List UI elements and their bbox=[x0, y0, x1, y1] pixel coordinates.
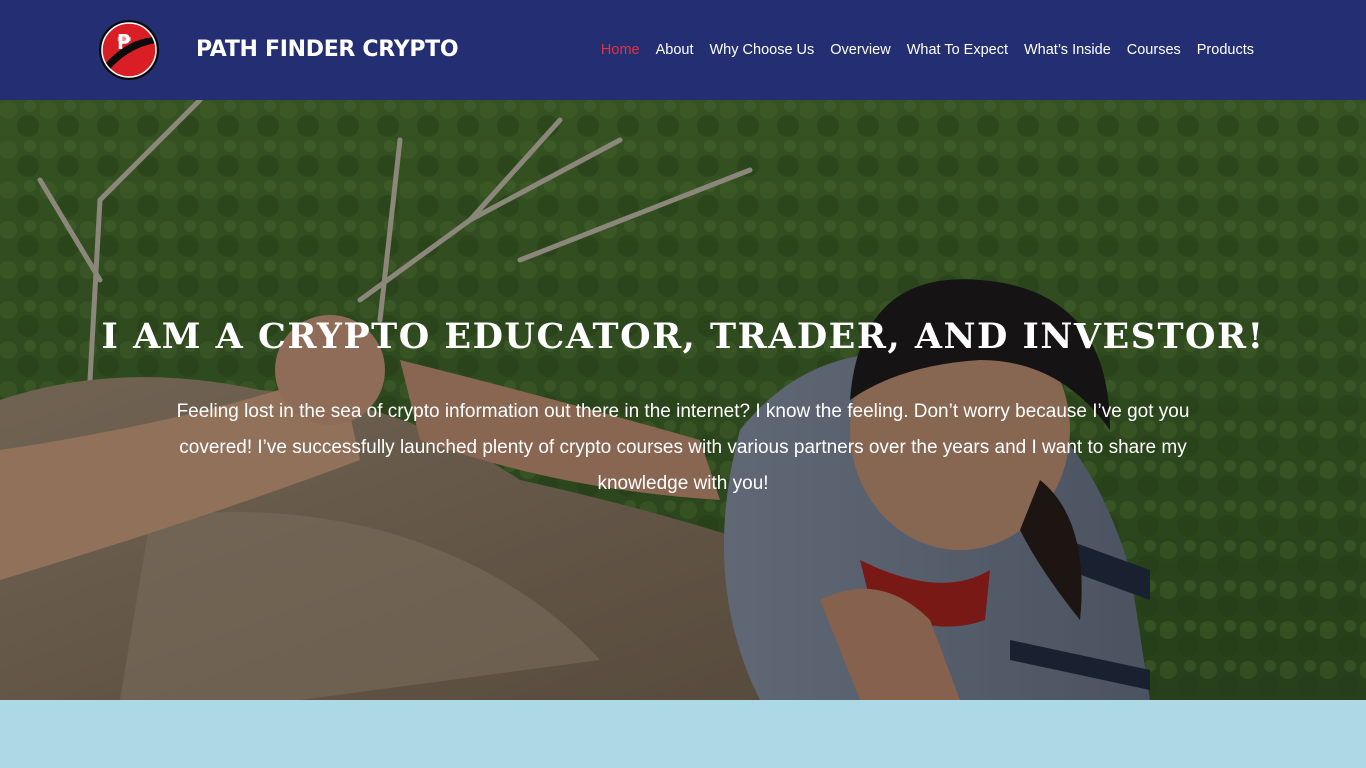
path-finder-crypto-logo[interactable]: ₱ bbox=[98, 19, 160, 81]
main-nav: Home About Why Choose Us Overview What T… bbox=[601, 39, 1254, 61]
nav-whats-inside[interactable]: What’s Inside bbox=[1024, 42, 1111, 58]
brand-name[interactable]: PATH FINDER CRYPTO bbox=[196, 34, 459, 66]
svg-text:₱: ₱ bbox=[117, 30, 131, 54]
nav-home[interactable]: Home bbox=[601, 42, 640, 58]
hero-section: I AM A CRYPTO EDUCATOR, TRADER, AND INVE… bbox=[0, 100, 1366, 700]
nav-courses[interactable]: Courses bbox=[1127, 42, 1181, 58]
hero-title: I AM A CRYPTO EDUCATOR, TRADER, AND INVE… bbox=[101, 316, 1265, 357]
nav-overview[interactable]: Overview bbox=[830, 42, 890, 58]
nav-about[interactable]: About bbox=[656, 42, 694, 58]
nav-why-choose-us[interactable]: Why Choose Us bbox=[710, 42, 815, 58]
hero-description: Feeling lost in the sea of crypto inform… bbox=[176, 401, 1190, 494]
nav-products[interactable]: Products bbox=[1197, 42, 1254, 58]
next-section-band bbox=[0, 700, 1366, 768]
nav-what-to-expect[interactable]: What To Expect bbox=[907, 42, 1008, 58]
site-header: ₱ PATH FINDER CRYPTO Home About Why Choo… bbox=[0, 0, 1366, 100]
